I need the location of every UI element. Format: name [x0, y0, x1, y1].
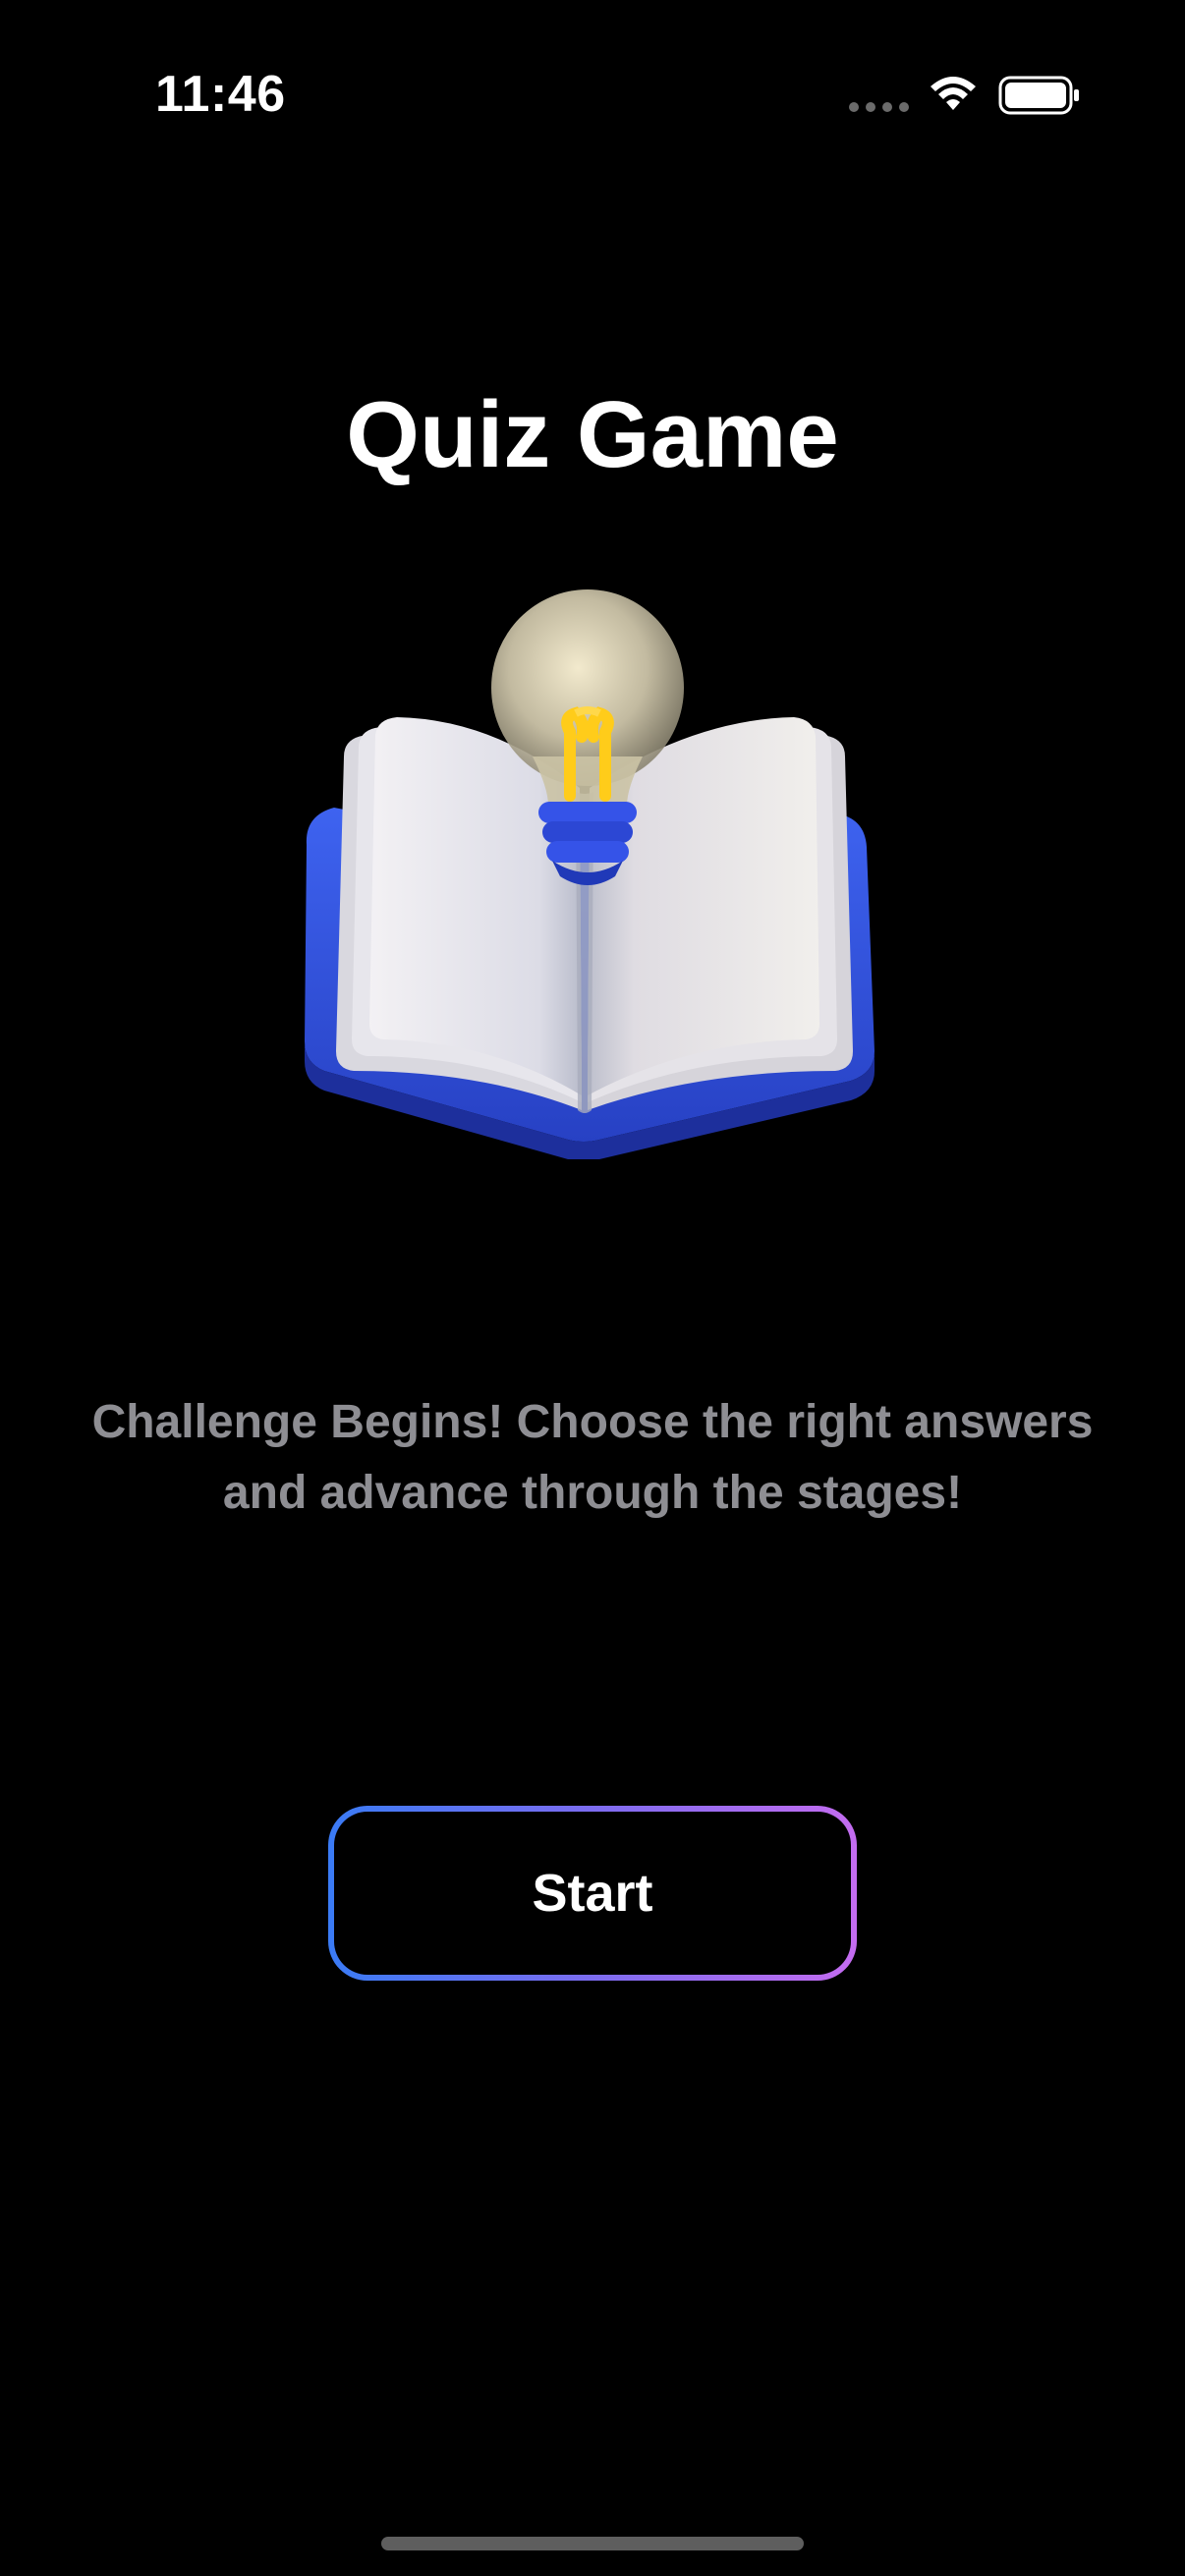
- status-time: 11:46: [155, 66, 286, 123]
- home-indicator[interactable]: [381, 2537, 804, 2550]
- signal-dots-icon: [849, 102, 909, 112]
- start-button-label: Start: [532, 1864, 653, 1923]
- status-bar: 11:46: [0, 0, 1185, 196]
- page-title: Quiz Game: [346, 382, 839, 487]
- start-button-inner[interactable]: Start: [334, 1812, 851, 1975]
- subtitle-text: Challenge Begins! Choose the right answe…: [91, 1396, 1094, 1519]
- start-button[interactable]: Start: [328, 1806, 857, 1981]
- wifi-icon: [931, 77, 976, 110]
- book-lightbulb-illustration: [305, 589, 875, 1159]
- battery-icon: [998, 76, 1079, 115]
